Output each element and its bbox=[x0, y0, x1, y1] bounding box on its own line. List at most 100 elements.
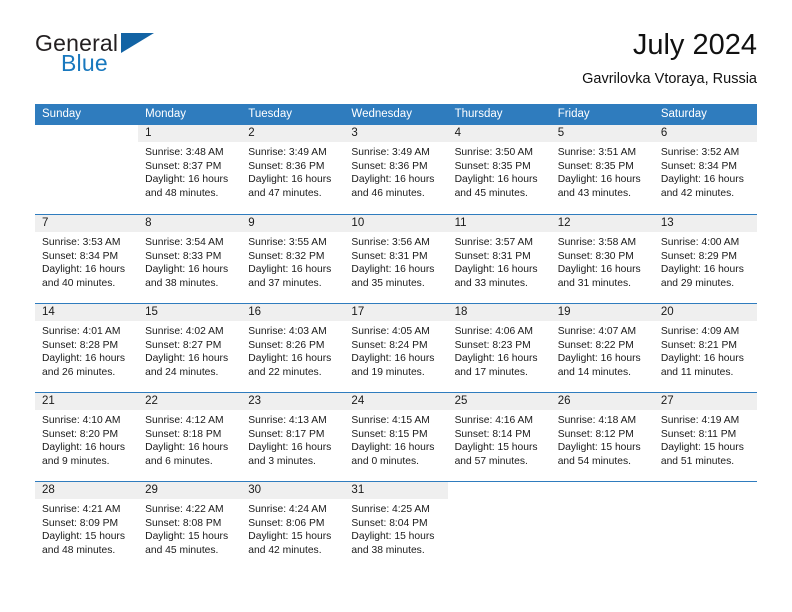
calendar-day-cell[interactable]: 29 Sunrise: 4:22 AM Sunset: 8:08 PM Dayligh… bbox=[138, 482, 242, 570]
weekday-header-saturday: Saturday bbox=[660, 108, 707, 120]
sunset-text: Sunset: 8:06 PM bbox=[248, 517, 325, 529]
sunrise-text: Sunrise: 3:53 AM bbox=[42, 237, 121, 248]
daylight-text: Daylight: 16 hours bbox=[557, 353, 641, 365]
calendar-day-cell[interactable]: 6 Sunrise: 3:52 AM Sunset: 8:34 PM Daylight… bbox=[653, 125, 757, 214]
calendar-day-cell[interactable]: 3 Sunrise: 3:49 AM Sunset: 8:36 PM Daylight… bbox=[344, 125, 448, 214]
sunset-text: Sunset: 8:33 PM bbox=[145, 250, 222, 262]
calendar-day-cell[interactable]: 21 Sunrise: 4:10 AM Sunset: 8:20 PM Dayligh… bbox=[35, 393, 139, 481]
general-blue-logo[interactable]: General Blue bbox=[35, 30, 235, 90]
calendar-day-cell[interactable]: 25 Sunrise: 4:16 AM Sunset: 8:14 PM Dayligh… bbox=[447, 393, 551, 481]
calendar-week-row: 1 Sunrise: 3:48 AM Sunset: 8:37 PM Daylight… bbox=[35, 125, 757, 214]
daylight-text: Daylight: 15 hours bbox=[42, 531, 125, 543]
calendar-day-cell[interactable]: 12 Sunrise: 3:58 AM Sunset: 8:30 PM Dayligh… bbox=[550, 215, 654, 303]
daylight-text: and 29 minutes. bbox=[660, 277, 735, 289]
calendar-day-cell[interactable]: 31 Sunrise: 4:25 AM Sunset: 8:04 PM Dayligh… bbox=[344, 482, 448, 570]
daylight-text: and 35 minutes. bbox=[351, 277, 425, 289]
day-details: Sunrise: 3:58 AM Sunset: 8:30 PM Daylight:… bbox=[551, 232, 654, 290]
sunrise-text: Sunrise: 4:19 AM bbox=[660, 415, 740, 426]
calendar-day-cell[interactable]: 20 Sunrise: 4:09 AM Sunset: 8:21 PM Dayligh… bbox=[653, 304, 757, 392]
sunset-text: Sunset: 8:28 PM bbox=[42, 339, 119, 351]
calendar-day-cell[interactable]: 17 Sunrise: 4:05 AM Sunset: 8:24 PM Dayligh… bbox=[344, 304, 448, 392]
day-number: 10 bbox=[344, 215, 448, 232]
daylight-text: Daylight: 16 hours bbox=[660, 264, 744, 276]
sunrise-text: Sunrise: 4:02 AM bbox=[145, 326, 224, 337]
day-details: Sunrise: 4:25 AM Sunset: 8:04 PM Daylight:… bbox=[344, 499, 447, 557]
day-number: 14 bbox=[35, 304, 139, 321]
day-number: 21 bbox=[35, 393, 139, 410]
calendar-day-cell[interactable]: 5 Sunrise: 3:51 AM Sunset: 8:35 PM Daylight… bbox=[550, 125, 654, 214]
daylight-text: and 9 minutes. bbox=[42, 455, 110, 467]
day-details: Sunrise: 4:15 AM Sunset: 8:15 PM Daylight:… bbox=[344, 410, 447, 468]
calendar-day-cell[interactable]: 22 Sunrise: 4:12 AM Sunset: 8:18 PM Dayligh… bbox=[138, 393, 242, 481]
weekday-header-row: Sunday Monday Tuesday Wednesday Thursday… bbox=[35, 104, 757, 125]
day-number: 26 bbox=[550, 393, 654, 410]
day-details: Sunrise: 4:24 AM Sunset: 8:06 PM Daylight:… bbox=[241, 499, 344, 557]
day-number: 3 bbox=[344, 125, 448, 142]
calendar-day-cell[interactable]: 4 Sunrise: 3:50 AM Sunset: 8:35 PM Daylight… bbox=[447, 125, 551, 214]
sunrise-text: Sunrise: 3:56 AM bbox=[351, 237, 430, 248]
day-details: Sunrise: 4:02 AM Sunset: 8:27 PM Daylight:… bbox=[138, 321, 241, 379]
day-details: Sunrise: 4:00 AM Sunset: 8:29 PM Daylight:… bbox=[654, 232, 757, 290]
calendar-day-cell-empty bbox=[653, 482, 757, 570]
day-number: 20 bbox=[653, 304, 757, 321]
daylight-text: and 51 minutes. bbox=[660, 455, 735, 467]
calendar-day-cell[interactable]: 10 Sunrise: 3:56 AM Sunset: 8:31 PM Dayligh… bbox=[344, 215, 448, 303]
page-header: General Blue July 2024 Gavrilovka Vtoray… bbox=[35, 28, 757, 94]
calendar-day-cell[interactable]: 26 Sunrise: 4:18 AM Sunset: 8:12 PM Dayligh… bbox=[550, 393, 654, 481]
daylight-text: and 46 minutes. bbox=[351, 187, 425, 199]
calendar-day-cell[interactable]: 2 Sunrise: 3:49 AM Sunset: 8:36 PM Daylight… bbox=[241, 125, 345, 214]
day-details: Sunrise: 4:10 AM Sunset: 8:20 PM Daylight:… bbox=[35, 410, 138, 468]
daylight-text: and 48 minutes. bbox=[145, 187, 219, 199]
calendar-day-cell[interactable]: 9 Sunrise: 3:55 AM Sunset: 8:32 PM Daylight… bbox=[241, 215, 345, 303]
calendar-day-cell[interactable]: 27 Sunrise: 4:19 AM Sunset: 8:11 PM Dayligh… bbox=[653, 393, 757, 481]
sunrise-text: Sunrise: 3:58 AM bbox=[557, 237, 637, 248]
day-details: Sunrise: 4:22 AM Sunset: 8:08 PM Daylight:… bbox=[138, 499, 241, 557]
sunrise-text: Sunrise: 4:05 AM bbox=[351, 326, 430, 337]
calendar-day-cell[interactable]: 13 Sunrise: 4:00 AM Sunset: 8:29 PM Dayligh… bbox=[653, 215, 757, 303]
sunrise-text: Sunrise: 4:03 AM bbox=[248, 326, 327, 337]
day-details: Sunrise: 4:16 AM Sunset: 8:14 PM Daylight:… bbox=[448, 410, 551, 468]
calendar-day-cell[interactable]: 23 Sunrise: 4:13 AM Sunset: 8:17 PM Dayligh… bbox=[241, 393, 345, 481]
day-number: 28 bbox=[35, 482, 139, 499]
daylight-text: Daylight: 16 hours bbox=[351, 353, 435, 365]
calendar-day-cell[interactable]: 18 Sunrise: 4:06 AM Sunset: 8:23 PM Dayligh… bbox=[447, 304, 551, 392]
daylight-text: and 24 minutes. bbox=[145, 366, 219, 378]
day-details: Sunrise: 4:18 AM Sunset: 8:12 PM Daylight:… bbox=[551, 410, 654, 468]
day-details bbox=[551, 499, 654, 503]
sunrise-text: Sunrise: 3:55 AM bbox=[248, 237, 327, 248]
sunset-text: Sunset: 8:23 PM bbox=[454, 339, 531, 351]
calendar-day-cell[interactable]: 15 Sunrise: 4:02 AM Sunset: 8:27 PM Dayligh… bbox=[138, 304, 242, 392]
page-title: July 2024 bbox=[632, 29, 757, 61]
day-number: 2 bbox=[241, 125, 345, 142]
daylight-text: and 0 minutes. bbox=[351, 455, 419, 467]
daylight-text: Daylight: 16 hours bbox=[454, 174, 538, 186]
calendar-day-cell[interactable]: 28 Sunrise: 4:21 AM Sunset: 8:09 PM Dayligh… bbox=[35, 482, 139, 570]
calendar-day-cell[interactable]: 7 Sunrise: 3:53 AM Sunset: 8:34 PM Daylight… bbox=[35, 215, 139, 303]
daylight-text: and 40 minutes. bbox=[42, 277, 116, 289]
calendar-day-cell[interactable]: 30 Sunrise: 4:24 AM Sunset: 8:06 PM Dayligh… bbox=[241, 482, 345, 570]
day-number: 16 bbox=[241, 304, 345, 321]
sunset-text: Sunset: 8:17 PM bbox=[248, 428, 325, 440]
calendar-day-cell[interactable]: 19 Sunrise: 4:07 AM Sunset: 8:22 PM Dayligh… bbox=[550, 304, 654, 392]
calendar-day-cell[interactable]: 24 Sunrise: 4:15 AM Sunset: 8:15 PM Dayligh… bbox=[344, 393, 448, 481]
sunset-text: Sunset: 8:34 PM bbox=[42, 250, 119, 262]
daylight-text: and 47 minutes. bbox=[248, 187, 322, 199]
title-block: July 2024 Gavrilovka Vtoraya, Russia bbox=[582, 28, 757, 89]
day-details: Sunrise: 3:50 AM Sunset: 8:35 PM Daylight:… bbox=[448, 142, 551, 200]
sunset-text: Sunset: 8:22 PM bbox=[557, 339, 634, 351]
calendar-day-cell[interactable]: 8 Sunrise: 3:54 AM Sunset: 8:33 PM Daylight… bbox=[138, 215, 242, 303]
day-details bbox=[448, 499, 551, 503]
calendar-day-cell[interactable]: 1 Sunrise: 3:48 AM Sunset: 8:37 PM Daylight… bbox=[138, 125, 242, 214]
sunset-text: Sunset: 8:34 PM bbox=[660, 160, 737, 172]
calendar-day-cell[interactable]: 11 Sunrise: 3:57 AM Sunset: 8:31 PM Dayligh… bbox=[447, 215, 551, 303]
day-number: 8 bbox=[138, 215, 242, 232]
daylight-text: and 19 minutes. bbox=[351, 366, 425, 378]
daylight-text: Daylight: 15 hours bbox=[145, 531, 229, 543]
calendar-day-cell[interactable]: 16 Sunrise: 4:03 AM Sunset: 8:26 PM Dayligh… bbox=[241, 304, 345, 392]
day-details: Sunrise: 3:54 AM Sunset: 8:33 PM Daylight:… bbox=[138, 232, 241, 290]
day-number: 24 bbox=[344, 393, 448, 410]
sunset-text: Sunset: 8:29 PM bbox=[660, 250, 737, 262]
sunset-text: Sunset: 8:21 PM bbox=[660, 339, 737, 351]
day-details: Sunrise: 4:03 AM Sunset: 8:26 PM Daylight:… bbox=[241, 321, 344, 379]
calendar-day-cell[interactable]: 14 Sunrise: 4:01 AM Sunset: 8:28 PM Dayligh… bbox=[35, 304, 139, 392]
